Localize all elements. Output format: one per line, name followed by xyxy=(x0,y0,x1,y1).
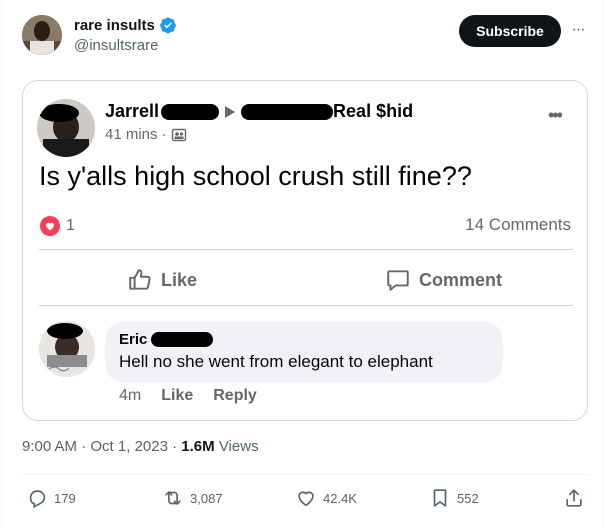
post-time[interactable]: 41 mins xyxy=(105,126,158,143)
like-label: Like xyxy=(161,269,198,290)
redaction-bar xyxy=(151,332,214,347)
bookmark-button[interactable]: 552 xyxy=(429,487,479,509)
meta-separator: · xyxy=(161,126,167,143)
post-time-of-day[interactable]: 9:00 AM xyxy=(22,438,77,455)
more-options-icon[interactable]: ··· xyxy=(568,17,588,43)
poster-avatar xyxy=(37,99,95,157)
share-icon xyxy=(566,489,582,507)
comment-icon xyxy=(387,270,409,291)
reply-icon xyxy=(29,490,46,509)
redaction-bar xyxy=(161,103,220,120)
love-reaction-icon xyxy=(40,216,60,236)
like-count: 42.4K xyxy=(323,490,357,506)
commenter-avatar xyxy=(39,321,95,377)
comment-like-button[interactable]: Like xyxy=(161,387,193,405)
repost-icon xyxy=(165,491,181,505)
post-frame: rare insults @insultsrare Subscribe ··· … xyxy=(1,0,604,527)
author-name[interactable]: rare insults xyxy=(74,16,177,34)
divider xyxy=(22,474,588,475)
dot-separator: · xyxy=(81,438,87,455)
comment-text: Hell no she went from elegant to elephan… xyxy=(119,352,433,371)
verified-badge-icon xyxy=(159,17,176,34)
commenter-name[interactable]: Eric xyxy=(119,331,147,348)
comments-count[interactable]: 14 Comments xyxy=(465,215,571,235)
comment-time: 4m xyxy=(119,387,142,404)
heart-icon xyxy=(298,491,314,507)
bookmark-count: 552 xyxy=(457,490,479,506)
post-date[interactable]: Oct 1, 2023 xyxy=(90,438,168,455)
group-audience-icon xyxy=(171,128,186,141)
post-timestamp[interactable]: 9:00 AM · Oct 1, 2023 · 1.6M Views xyxy=(22,438,259,455)
comment-bubble[interactable]: Eric Hell no she went from elegant to el… xyxy=(105,322,503,382)
post-more-icon[interactable]: ••• xyxy=(548,105,563,126)
author-handle[interactable]: @insultsrare xyxy=(74,37,158,54)
views-label: Views xyxy=(218,438,259,455)
like-post-button[interactable]: 42.4K xyxy=(295,487,357,509)
comment-label: Comment xyxy=(419,269,503,290)
reaction-summary[interactable]: 1 xyxy=(40,216,75,236)
author-avatar[interactable] xyxy=(22,15,62,55)
reply-count: 179 xyxy=(54,490,76,506)
reply-button[interactable]: 179 xyxy=(26,487,76,509)
reaction-count: 1 xyxy=(66,217,75,234)
divider xyxy=(39,249,573,250)
comment-reply-button[interactable]: Reply xyxy=(213,387,257,405)
dot-separator: · xyxy=(172,438,178,455)
post-meta: 41 mins · xyxy=(105,126,187,143)
divider xyxy=(39,305,573,306)
poster-name-row: Jarrell Real $hid xyxy=(105,101,413,122)
like-button[interactable]: Like xyxy=(127,267,197,293)
author-name-text[interactable]: rare insults xyxy=(74,17,155,34)
group-name[interactable]: Real $hid xyxy=(333,101,413,122)
repost-count: 3,087 xyxy=(190,490,223,506)
embedded-facebook-post[interactable]: Jarrell Real $hid 41 mins · ••• Is y'all… xyxy=(22,80,588,421)
subscribe-button[interactable]: Subscribe xyxy=(459,15,561,47)
share-button[interactable] xyxy=(563,487,585,509)
share-arrow-icon xyxy=(225,105,236,118)
thumbs-up-icon xyxy=(129,269,151,290)
bookmark-icon xyxy=(433,489,447,507)
commenter-name-row: Eric xyxy=(119,331,214,348)
views-count: 1.6M xyxy=(181,438,215,455)
redaction-bar xyxy=(241,103,334,120)
comment-actions: 4m Like Reply xyxy=(119,387,257,405)
comment-button[interactable]: Comment xyxy=(385,267,502,293)
poster-name[interactable]: Jarrell xyxy=(105,101,159,122)
post-text: Is y'alls high school crush still fine?? xyxy=(39,161,472,191)
repost-button[interactable]: 3,087 xyxy=(162,487,223,509)
